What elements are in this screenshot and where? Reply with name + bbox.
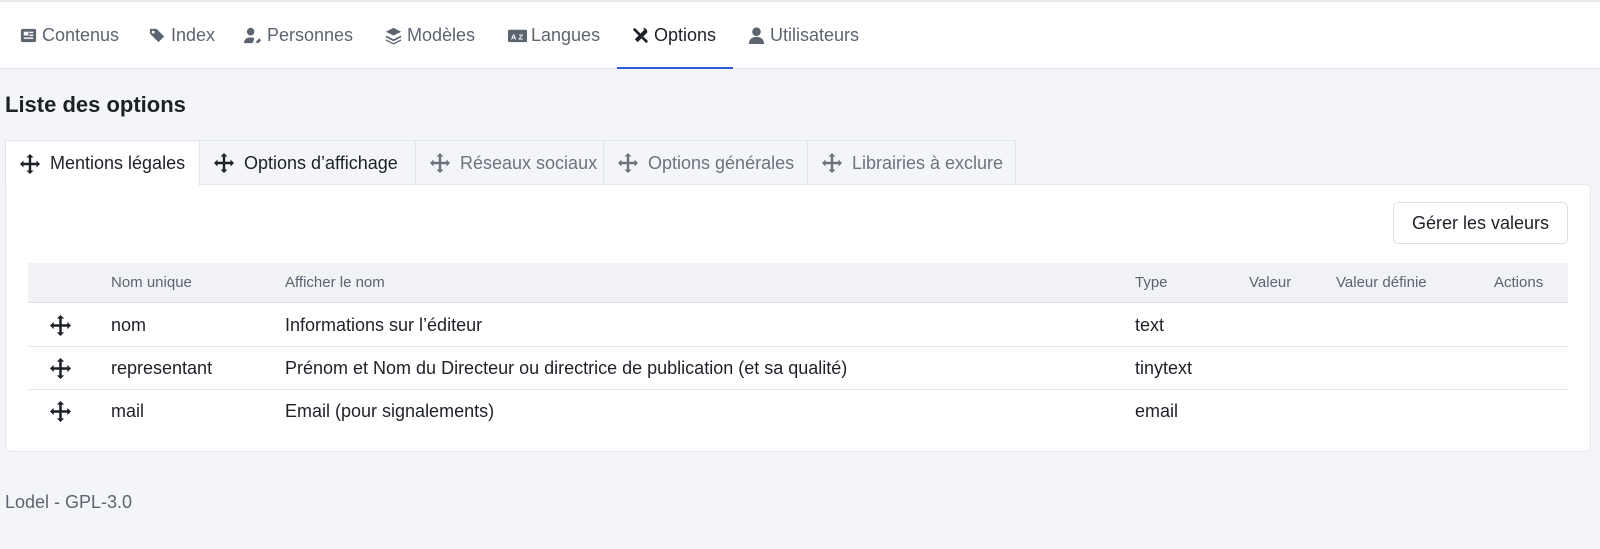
move-icon	[214, 153, 234, 173]
user-icon	[746, 26, 766, 46]
tags-icon	[147, 26, 167, 46]
table-row: representant Prénom et Nom du Directeur …	[28, 347, 1568, 390]
nav-item-personnes[interactable]: Personnes	[243, 2, 353, 69]
tab-label: Options générales	[648, 152, 795, 173]
page-title: Liste des options	[5, 92, 186, 117]
top-navigation: Contenus Index Personnes Modèles AZ Lang…	[0, 0, 1600, 69]
manage-values-button[interactable]: Gérer les valeurs	[1393, 202, 1568, 244]
column-header-defined-value: Valeur définie	[1336, 274, 1427, 291]
svg-text:Z: Z	[518, 32, 523, 41]
footer-text: Lodel - GPL-3.0	[5, 492, 133, 512]
cell-display-name: Prénom et Nom du Directeur ou directrice…	[285, 358, 848, 378]
nav-item-index[interactable]: Index	[147, 2, 215, 69]
nav-label: Options	[654, 25, 717, 45]
svg-text:A: A	[510, 32, 516, 41]
move-icon	[430, 153, 450, 173]
cell-display-name: Email (pour signalements)	[285, 401, 495, 421]
tools-icon	[630, 26, 650, 46]
column-header-display-name: Afficher le nom	[285, 274, 385, 291]
cell-unique-name: mail	[111, 401, 145, 421]
nav-item-utilisateurs[interactable]: Utilisateurs	[746, 2, 859, 69]
table-header: Nom unique Afficher le nom Type Valeur V…	[28, 263, 1568, 303]
drag-handle-icon[interactable]	[50, 315, 71, 336]
move-icon	[618, 153, 638, 173]
table-row: mail Email (pour signalements) email	[28, 390, 1568, 433]
nav-item-options[interactable]: Options	[630, 2, 716, 69]
cell-type: tinytext	[1135, 358, 1193, 378]
layers-icon	[383, 26, 403, 46]
nav-label: Personnes	[267, 25, 354, 45]
nav-item-langues[interactable]: AZ Langues	[507, 2, 600, 69]
active-tab-indicator	[617, 67, 733, 69]
nav-item-modeles[interactable]: Modèles	[383, 2, 475, 69]
newspaper-icon	[18, 26, 38, 46]
cell-unique-name: nom	[111, 315, 147, 335]
tab-label: Mentions légales	[50, 153, 186, 173]
column-header-actions: Actions	[1494, 274, 1544, 291]
tab-options-generales[interactable]: Options générales	[603, 140, 808, 185]
cell-type: text	[1135, 315, 1165, 335]
cell-display-name: Informations sur l’éditeur	[285, 315, 483, 335]
nav-label: Contenus	[42, 25, 120, 45]
nav-label: Modèles	[407, 25, 476, 45]
user-pen-icon	[243, 26, 263, 46]
cell-unique-name: representant	[111, 358, 213, 378]
column-header-value: Valeur	[1249, 274, 1292, 291]
drag-handle-icon[interactable]	[50, 358, 71, 379]
cell-type: email	[1135, 401, 1179, 421]
tab-label: Réseaux sociaux	[460, 152, 598, 173]
nav-label: Utilisateurs	[770, 25, 860, 45]
tab-label: Librairies à exclure	[852, 152, 1004, 173]
tab-librairies-exclure[interactable]: Librairies à exclure	[807, 140, 1016, 185]
column-header-unique-name: Nom unique	[111, 274, 192, 291]
nav-item-contenus[interactable]: Contenus	[18, 2, 119, 69]
move-icon	[822, 153, 842, 173]
tab-reseaux-sociaux[interactable]: Réseaux sociaux	[415, 140, 604, 185]
nav-label: Langues	[531, 25, 601, 45]
move-icon	[20, 153, 40, 174]
tab-options-affichage[interactable]: Options d’affichage	[199, 140, 416, 185]
table-row: nom Informations sur l’éditeur text	[28, 304, 1568, 347]
tab-mentions-legales[interactable]: Mentions légales	[5, 140, 200, 186]
drag-handle-icon[interactable]	[50, 401, 71, 422]
language-icon: AZ	[507, 26, 527, 46]
column-header-type: Type	[1135, 274, 1168, 291]
nav-label: Index	[171, 25, 216, 45]
tab-label: Options d’affichage	[244, 152, 398, 173]
